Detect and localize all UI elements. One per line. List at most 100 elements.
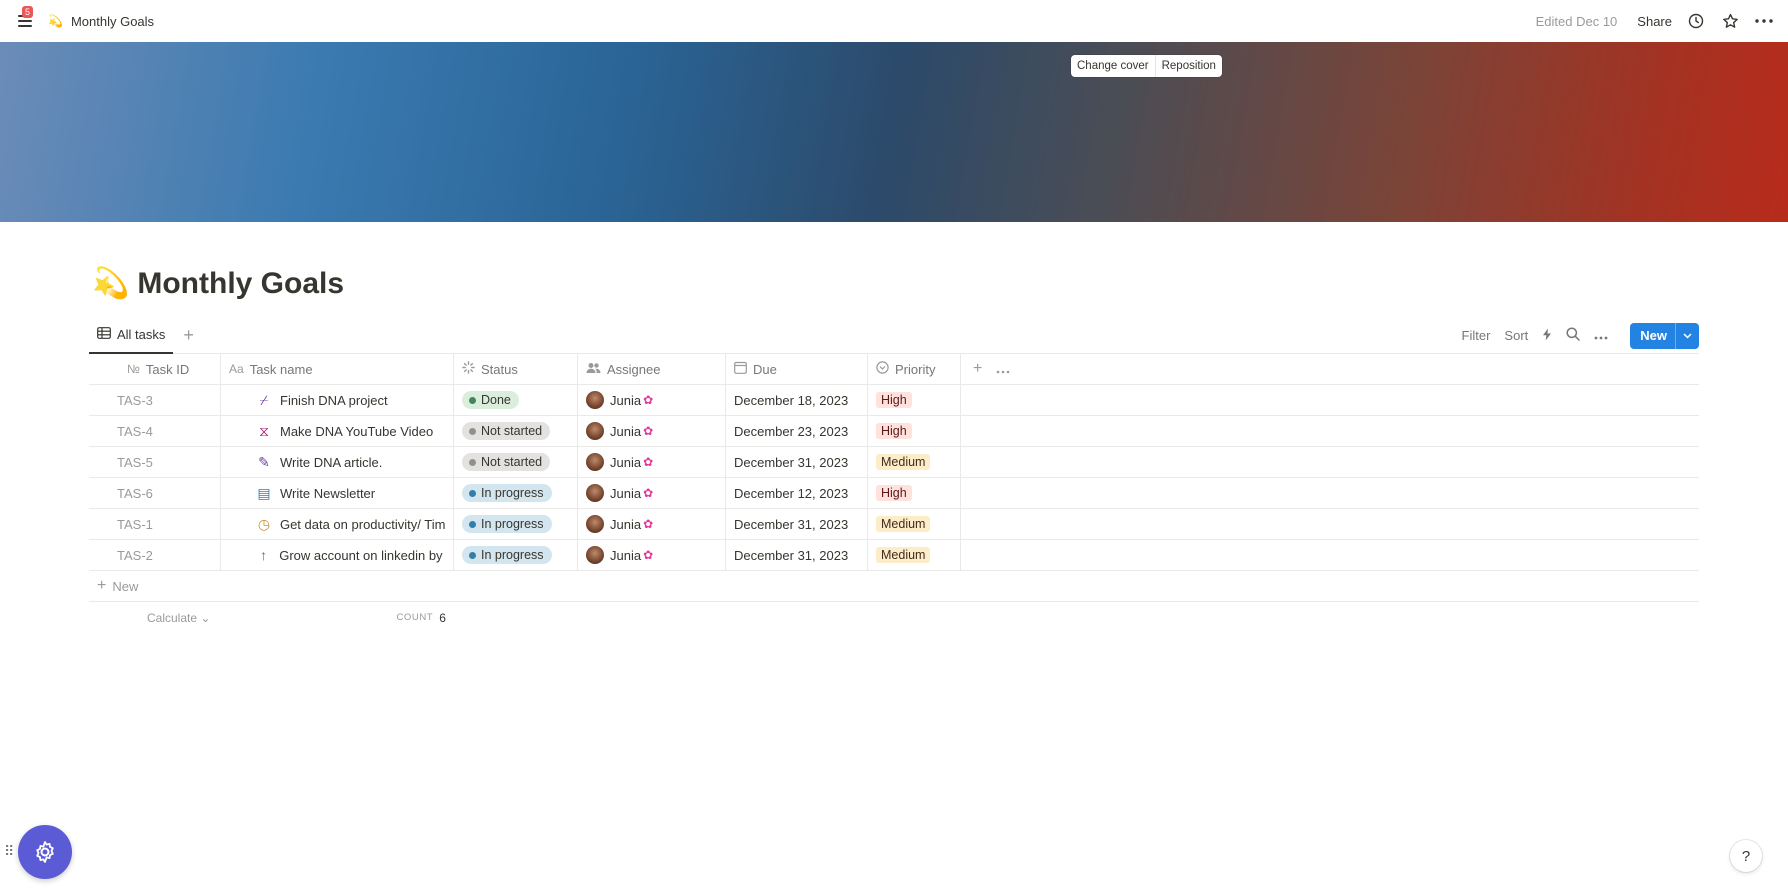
task-id: TAS-1	[117, 516, 153, 532]
status-cell[interactable]: In progress	[454, 478, 578, 508]
table-row[interactable]: TAS-3 ⌿ Finish DNA project Done Junia ✿ …	[89, 385, 1699, 416]
favorite-star-icon[interactable]	[1720, 11, 1740, 31]
empty-cell	[961, 540, 1699, 570]
column-header-assignee[interactable]: Assignee	[578, 354, 726, 384]
task-name-cell[interactable]: ↑ Grow account on linkedin by 2	[221, 540, 454, 570]
page-title[interactable]: Monthly Goals	[137, 267, 344, 301]
column-header-label: Assignee	[607, 361, 661, 377]
due-cell[interactable]: December 12, 2023	[726, 478, 868, 508]
task-name-cell[interactable]: ▤ Write Newsletter	[221, 478, 454, 508]
task-id-cell[interactable]: TAS-2	[89, 540, 221, 570]
column-header-task-name[interactable]: Aa Task name	[221, 354, 454, 384]
priority-cell[interactable]: Medium	[868, 540, 961, 570]
priority-cell[interactable]: High	[868, 478, 961, 508]
assignee-name: Junia	[610, 516, 642, 532]
task-name-cell[interactable]: ✎ Write DNA article.	[221, 447, 454, 477]
count-label[interactable]: COUNT	[396, 612, 433, 623]
task-id-cell[interactable]: TAS-3	[89, 385, 221, 415]
search-icon[interactable]	[1566, 327, 1581, 344]
sidebar-menu-button[interactable]: 5	[14, 6, 36, 32]
column-header-due[interactable]: Due	[726, 354, 868, 384]
priority-cell[interactable]: High	[868, 385, 961, 415]
status-dot-icon	[469, 396, 476, 404]
task-id-cell[interactable]: TAS-4	[89, 416, 221, 446]
change-cover-button[interactable]: Change cover	[1071, 55, 1155, 77]
task-name-cell[interactable]: ◷ Get data on productivity/ Tim	[221, 509, 454, 539]
priority-cell[interactable]: Medium	[868, 509, 961, 539]
task-id-cell[interactable]: TAS-6	[89, 478, 221, 508]
add-view-icon[interactable]: +	[183, 325, 194, 346]
table-row[interactable]: TAS-5 ✎ Write DNA article. Not started J…	[89, 447, 1699, 478]
tab-all-tasks[interactable]: All tasks	[89, 318, 174, 354]
sort-button[interactable]: Sort	[1504, 328, 1528, 343]
task-name-cell[interactable]: ⌿ Finish DNA project	[221, 385, 454, 415]
task-id: TAS-6	[117, 485, 153, 501]
more-options-icon[interactable]	[1754, 11, 1774, 31]
view-more-options-icon[interactable]	[1594, 328, 1608, 343]
status-label: In progress	[481, 486, 544, 500]
due-cell[interactable]: December 23, 2023	[726, 416, 868, 446]
status-cell[interactable]: In progress	[454, 509, 578, 539]
status-cell[interactable]: In progress	[454, 540, 578, 570]
task-icon: ⌿	[259, 391, 269, 408]
assignee-cell[interactable]: Junia ✿	[578, 385, 726, 415]
new-button-group: New	[1630, 322, 1699, 349]
help-button[interactable]: ?	[1730, 840, 1762, 872]
due-cell[interactable]: December 31, 2023	[726, 509, 868, 539]
reposition-button[interactable]: Reposition	[1154, 55, 1222, 77]
task-name-cell[interactable]: ⧖ Make DNA YouTube Video	[221, 416, 454, 446]
table-row[interactable]: TAS-6 ▤ Write Newsletter In progress Jun…	[89, 478, 1699, 509]
priority-badge: Medium	[876, 547, 931, 563]
table-row[interactable]: TAS-4 ⧖ Make DNA YouTube Video Not start…	[89, 416, 1699, 447]
empty-cell	[961, 478, 1699, 508]
notification-badge: 5	[22, 6, 34, 18]
status-label: In progress	[481, 548, 544, 562]
automation-lightning-icon[interactable]	[1542, 328, 1552, 344]
status-label: Not started	[481, 455, 543, 469]
column-header-status[interactable]: Status	[454, 354, 578, 384]
assignee-cell[interactable]: Junia ✿	[578, 509, 726, 539]
page-icon[interactable]: 💫	[92, 266, 129, 301]
add-property-icon[interactable]: +	[973, 360, 982, 378]
status-label: Not started	[481, 424, 543, 438]
page-title-block: 💫 Monthly Goals	[92, 266, 344, 301]
chevron-down-icon[interactable]	[1675, 322, 1699, 349]
priority-cell[interactable]: Medium	[868, 447, 961, 477]
new-button[interactable]: New	[1630, 328, 1675, 343]
due-cell[interactable]: December 31, 2023	[726, 540, 868, 570]
edited-timestamp: Edited Dec 10	[1535, 13, 1618, 29]
table-row[interactable]: TAS-2 ↑ Grow account on linkedin by 2 In…	[89, 540, 1699, 571]
property-more-icon[interactable]	[996, 362, 1010, 377]
calculate-label: Calculate	[147, 610, 198, 625]
status-cell[interactable]: Done	[454, 385, 578, 415]
assignee-cell[interactable]: Junia ✿	[578, 478, 726, 508]
due-date: December 31, 2023	[734, 547, 849, 563]
priority-cell[interactable]: High	[868, 416, 961, 446]
breadcrumb[interactable]: 💫 Monthly Goals	[48, 14, 154, 29]
new-row-button[interactable]: + New	[89, 571, 1699, 602]
assignee-cell[interactable]: Junia ✿	[578, 540, 726, 570]
history-clock-icon[interactable]	[1686, 11, 1706, 31]
new-row-label: New	[112, 578, 139, 594]
column-header-priority[interactable]: Priority	[868, 354, 961, 384]
share-button[interactable]: Share	[1637, 14, 1672, 29]
assignee-cell[interactable]: Junia ✿	[578, 416, 726, 446]
table-body: TAS-3 ⌿ Finish DNA project Done Junia ✿ …	[89, 385, 1699, 571]
settings-gear-fab[interactable]	[18, 825, 72, 879]
drag-handle-icon[interactable]: ⠿	[4, 843, 14, 860]
task-icon: ◷	[257, 515, 271, 532]
status-cell[interactable]: Not started	[454, 447, 578, 477]
assignee-cell[interactable]: Junia ✿	[578, 447, 726, 477]
due-cell[interactable]: December 18, 2023	[726, 385, 868, 415]
calculate-dropdown[interactable]: Calculate ⌄	[147, 611, 210, 625]
column-header-task-id[interactable]: № Task ID	[89, 354, 221, 384]
task-id-cell[interactable]: TAS-1	[89, 509, 221, 539]
task-name: Make DNA YouTube Video	[280, 423, 434, 439]
filter-button[interactable]: Filter	[1462, 328, 1491, 343]
status-cell[interactable]: Not started	[454, 416, 578, 446]
table-row[interactable]: TAS-1 ◷ Get data on productivity/ Tim In…	[89, 509, 1699, 540]
avatar	[586, 515, 604, 533]
top-bar: 5 💫 Monthly Goals Edited Dec 10 Share	[0, 0, 1788, 42]
due-cell[interactable]: December 31, 2023	[726, 447, 868, 477]
task-id-cell[interactable]: TAS-5	[89, 447, 221, 477]
